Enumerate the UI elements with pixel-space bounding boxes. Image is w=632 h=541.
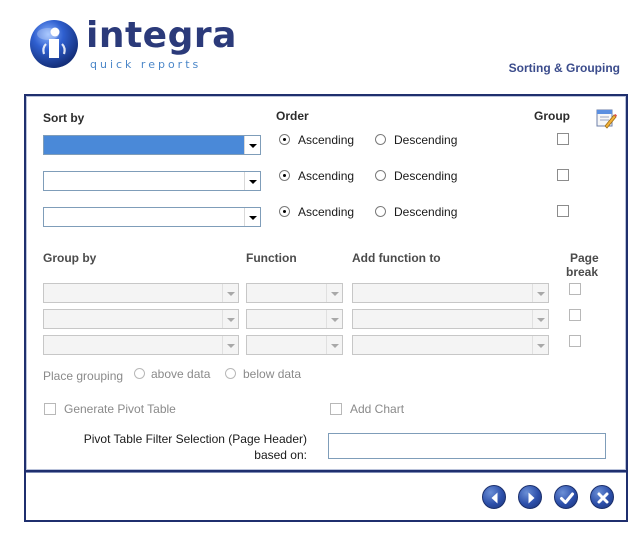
group-header: Group [534,109,570,123]
sort-by-dropdown-1[interactable] [43,135,261,155]
close-icon [597,492,609,504]
add-function-to-dropdown-1[interactable] [352,283,549,303]
page-break-checkbox-2[interactable] [569,309,581,321]
sort-descending-radio-2[interactable] [375,170,386,181]
arrow-right-icon [528,492,535,504]
app-header: integra quick reports Sorting & Grouping [0,0,632,90]
sort-descending-radio-3[interactable] [375,206,386,217]
next-button[interactable] [518,485,542,509]
order-header: Order [276,109,309,123]
chevron-down-icon[interactable] [222,310,238,328]
function-header: Function [246,251,297,265]
edit-report-icon[interactable] [595,107,617,129]
chevron-down-icon[interactable] [326,336,342,354]
ascending-label-2: Ascending [298,169,355,183]
group-by-dropdown-1[interactable] [43,283,239,303]
page-break-header-line1: Page [570,251,599,265]
function-dropdown-2[interactable] [246,309,343,329]
group-checkbox-1[interactable] [557,133,569,145]
chevron-down-icon[interactable] [532,336,548,354]
place-grouping-above-label: above data [151,367,211,381]
chevron-down-icon[interactable] [244,136,260,154]
add-chart-checkbox[interactable] [330,403,342,415]
ascending-label-1: Ascending [298,133,355,147]
dialog-frame: Sort by Order Group Ascending Descending… [24,94,628,522]
brand-tagline: quick reports [90,58,202,71]
add-chart-label: Add Chart [350,402,405,416]
sort-ascending-radio-3[interactable] [279,206,290,217]
add-function-to-header: Add function to [352,251,441,265]
chevron-down-icon[interactable] [244,172,260,190]
arrow-left-icon [491,492,498,504]
chevron-down-icon[interactable] [326,310,342,328]
checkmark-icon [560,492,574,504]
chevron-down-icon[interactable] [244,208,260,226]
sort-descending-radio-1[interactable] [375,134,386,145]
chevron-down-icon[interactable] [222,284,238,302]
integra-logo-icon [30,20,78,68]
place-grouping-above-radio[interactable] [134,368,145,379]
group-by-dropdown-3[interactable] [43,335,239,355]
descending-label-3: Descending [394,205,458,219]
chevron-down-icon[interactable] [326,284,342,302]
place-grouping-label: Place grouping [43,369,124,383]
pivot-filter-input[interactable] [328,433,606,459]
pivot-filter-label-line1: Pivot Table Filter Selection (Page Heade… [83,432,307,446]
function-dropdown-3[interactable] [246,335,343,355]
ascending-label-3: Ascending [298,205,355,219]
wizard-footer [26,472,626,520]
descending-label-1: Descending [394,133,458,147]
cancel-button[interactable] [590,485,614,509]
sorting-grouping-panel: Sort by Order Group Ascending Descending… [26,96,626,470]
group-checkbox-3[interactable] [557,205,569,217]
add-function-to-dropdown-3[interactable] [352,335,549,355]
page-break-checkbox-1[interactable] [569,283,581,295]
sort-by-dropdown-2[interactable] [43,171,261,191]
page-break-checkbox-3[interactable] [569,335,581,347]
page-title: Sorting & Grouping [508,61,620,75]
finish-button[interactable] [554,485,578,509]
place-grouping-below-radio[interactable] [225,368,236,379]
group-checkbox-2[interactable] [557,169,569,181]
generate-pivot-label: Generate Pivot Table [64,402,176,416]
group-by-header: Group by [43,251,97,265]
function-dropdown-1[interactable] [246,283,343,303]
generate-pivot-checkbox[interactable] [44,403,56,415]
group-by-dropdown-2[interactable] [43,309,239,329]
sort-by-dropdown-3[interactable] [43,207,261,227]
sort-ascending-radio-2[interactable] [279,170,290,181]
descending-label-2: Descending [394,169,458,183]
pivot-filter-label-line2: based on: [254,448,307,462]
sort-by-header: Sort by [43,111,85,125]
brand-name: integra [86,15,237,56]
place-grouping-below-label: below data [243,367,302,381]
page-break-header-line2: break [566,265,599,279]
chevron-down-icon[interactable] [532,310,548,328]
back-button[interactable] [482,485,506,509]
sort-ascending-radio-1[interactable] [279,134,290,145]
chevron-down-icon[interactable] [532,284,548,302]
add-function-to-dropdown-2[interactable] [352,309,549,329]
chevron-down-icon[interactable] [222,336,238,354]
